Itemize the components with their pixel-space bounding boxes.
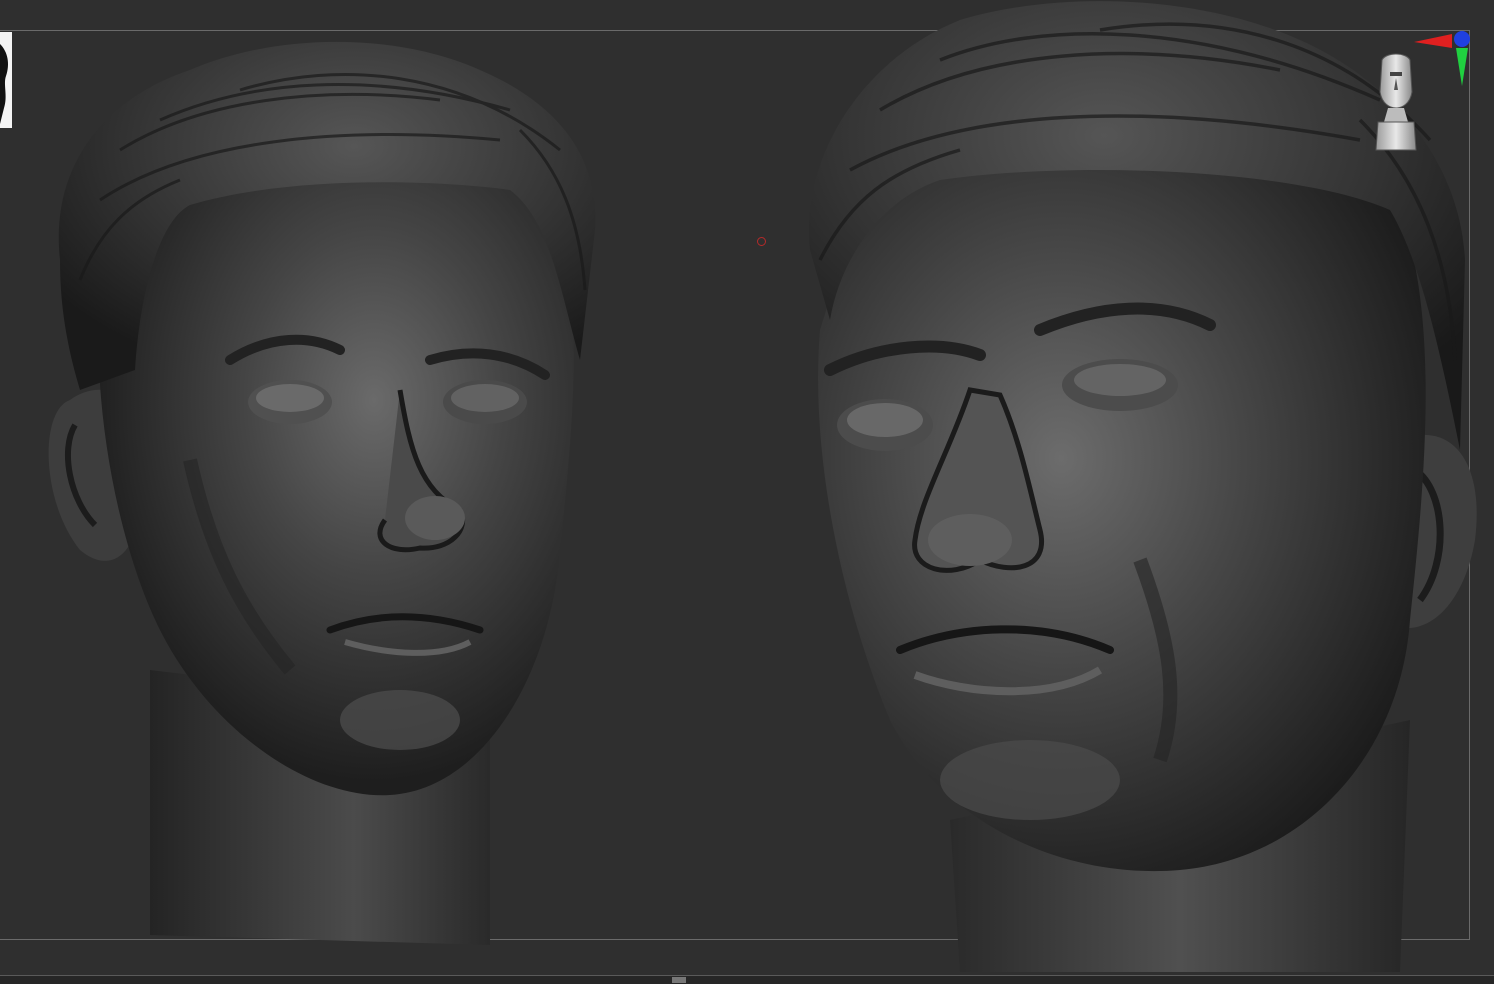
bottom-shelf-bar (0, 975, 1494, 984)
transform-pivot-marker[interactable] (757, 237, 766, 246)
left-edge-silhouette-icon (0, 44, 8, 124)
bottom-shelf-handle[interactable] (672, 977, 686, 983)
axis-orientation-gizmo[interactable] (1410, 28, 1474, 92)
3d-viewport[interactable] (0, 0, 1494, 984)
sculpt-head-front-view[interactable] (40, 30, 620, 950)
